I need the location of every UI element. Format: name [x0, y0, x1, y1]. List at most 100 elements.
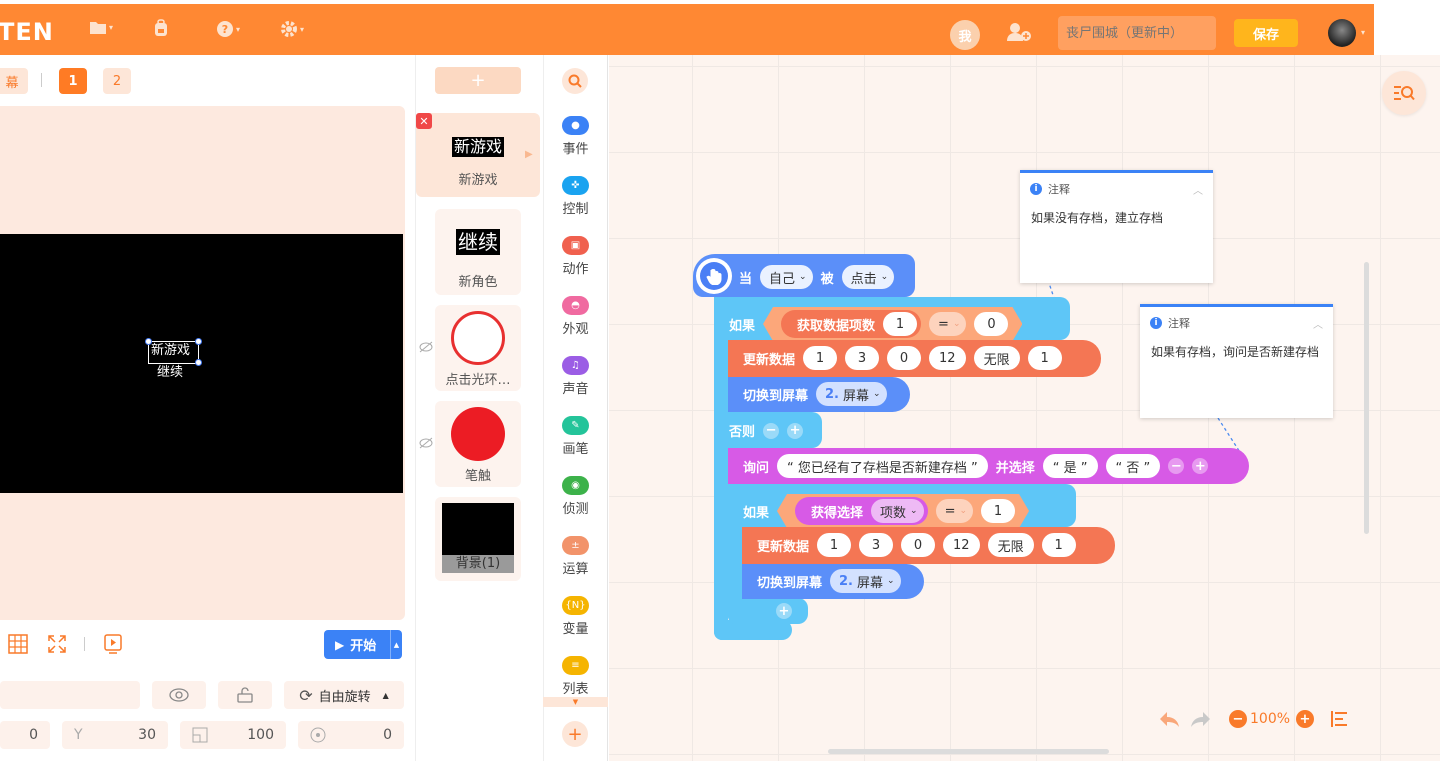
search-blocks-icon[interactable]: [562, 68, 588, 94]
resize-handle[interactable]: [195, 359, 202, 366]
fullscreen-icon[interactable]: [47, 634, 67, 658]
category-2[interactable]: ▣ 动作: [543, 236, 608, 277]
rotation-mode-select[interactable]: ⟳ 自由旋转 ▲: [284, 681, 404, 709]
update-arg[interactable]: 无限: [973, 346, 1020, 370]
category-9[interactable]: ≡ 列表: [543, 656, 608, 697]
update-arg[interactable]: 0: [887, 346, 922, 370]
avatar-chevron-down-icon[interactable]: ▾: [1361, 28, 1365, 37]
add-sprite-button[interactable]: +: [435, 67, 521, 94]
note-text[interactable]: 如果没有存档，建立存档: [1020, 197, 1213, 225]
comment-note[interactable]: i 注释 ︿ 如果没有存档，建立存档: [1020, 170, 1213, 283]
size-field[interactable]: 100: [180, 721, 286, 749]
category-3[interactable]: ◓ 外观: [543, 296, 608, 337]
zoom-out-icon[interactable]: −: [1229, 710, 1247, 728]
operator-dropdown[interactable]: = ⌄: [929, 312, 966, 336]
backpack-icon[interactable]: [152, 19, 170, 37]
resize-handle[interactable]: [145, 338, 152, 345]
category-0[interactable]: ● 事件: [543, 116, 608, 157]
lock-toggle[interactable]: [218, 681, 272, 709]
add-branch-icon[interactable]: +: [787, 422, 804, 439]
add-option-icon[interactable]: +: [1192, 458, 1209, 474]
start-button[interactable]: ▶ 开始 ▲: [324, 630, 402, 659]
update-arg[interactable]: 12: [943, 533, 980, 557]
screen-tab-1[interactable]: 1: [59, 68, 87, 94]
category-1[interactable]: ✜ 控制: [543, 176, 608, 217]
block-search-list-icon[interactable]: [1382, 71, 1426, 115]
zoom-in-icon[interactable]: +: [1296, 710, 1314, 728]
update-arg[interactable]: 1: [1027, 346, 1062, 370]
direction-field[interactable]: 0: [298, 721, 404, 749]
add-branch-icon[interactable]: +: [776, 603, 792, 619]
compare-value-input[interactable]: 1: [981, 499, 1015, 523]
vertical-scrollbar[interactable]: [1364, 262, 1369, 534]
hidden-eye-icon[interactable]: [419, 341, 433, 357]
align-blocks-icon[interactable]: [1331, 711, 1349, 731]
remove-branch-icon[interactable]: −: [763, 422, 780, 439]
scroll-down-chevron-icon[interactable]: ▼: [543, 697, 608, 707]
choice-prop-dropdown[interactable]: 项数 ⌄: [871, 499, 924, 523]
event-dropdown[interactable]: 点击 ⌄: [841, 265, 895, 289]
project-name-input[interactable]: [1058, 16, 1216, 50]
category-4[interactable]: ♫ 声音: [543, 356, 608, 397]
category-8[interactable]: {N} 变量: [543, 596, 608, 637]
rotate-handle[interactable]: [195, 338, 202, 345]
option-input[interactable]: “ 否 ”: [1105, 454, 1161, 478]
x-field[interactable]: 0: [0, 721, 50, 749]
screen-dropdown[interactable]: 2. 屏幕 ⌄: [830, 569, 901, 593]
category-6[interactable]: ◉ 侦测: [543, 476, 608, 517]
collapse-chevron-icon[interactable]: ︿: [1313, 316, 1323, 331]
chevron-right-icon[interactable]: ▶: [525, 149, 533, 160]
hidden-eye-icon[interactable]: [419, 437, 433, 453]
get-choice-block[interactable]: 获得选择 项数 ⌄: [795, 497, 928, 525]
category-7[interactable]: ± 运算: [543, 536, 608, 577]
sprite-name-input[interactable]: [0, 681, 140, 709]
avatar[interactable]: [1328, 19, 1356, 47]
note-text[interactable]: 如果有存档，询问是否新建存档: [1140, 331, 1333, 359]
start-options-chevron-icon[interactable]: ▲: [390, 630, 402, 659]
remove-option-icon[interactable]: −: [1168, 458, 1185, 474]
update-arg[interactable]: 无限: [987, 533, 1034, 557]
delete-sprite-icon[interactable]: ✕: [416, 113, 432, 129]
visibility-toggle[interactable]: [152, 681, 206, 709]
comparison-block[interactable]: 获取数据项数 1 = ⌄ 0: [763, 307, 1022, 341]
my-account-button[interactable]: 我: [950, 20, 980, 50]
horizontal-scrollbar[interactable]: [828, 749, 1109, 754]
help-icon[interactable]: ? ▾: [216, 20, 240, 38]
category-5[interactable]: ✎ 画笔: [543, 416, 608, 457]
question-input[interactable]: “ 您已经有了存档是否新建存档 ”: [777, 454, 988, 478]
stage-sprite-new-game[interactable]: 新游戏: [151, 343, 191, 359]
update-arg[interactable]: 1: [1041, 533, 1076, 557]
undo-icon[interactable]: [1158, 710, 1180, 732]
target-dropdown[interactable]: 自己 ⌄: [760, 265, 813, 289]
stage-sprite-continue[interactable]: 继续: [157, 365, 183, 381]
update-arg[interactable]: 0: [901, 533, 936, 557]
sprite-card-click-halo[interactable]: 点击光环…: [435, 305, 521, 391]
sprite-card-new-game[interactable]: 新游戏 新游戏: [416, 113, 540, 197]
sprite-card-background[interactable]: 背景(1): [435, 497, 521, 581]
sprite-card-new-role[interactable]: 继续 新角色: [435, 209, 521, 295]
operator-dropdown[interactable]: = ⌄: [936, 499, 973, 523]
add-collaborator-icon[interactable]: [1006, 22, 1032, 46]
update-arg[interactable]: 3: [859, 533, 894, 557]
update-arg[interactable]: 12: [929, 346, 966, 370]
preview-play-icon[interactable]: [103, 634, 123, 658]
compare-value-input[interactable]: 0: [974, 312, 1008, 336]
comparison-block[interactable]: 获得选择 项数 ⌄ = ⌄ 1: [777, 494, 1029, 528]
folder-icon[interactable]: ▾: [89, 20, 113, 35]
get-data-count-block[interactable]: 获取数据项数 1: [781, 310, 921, 338]
screen-tab-partial[interactable]: 幕: [0, 68, 28, 94]
settings-gear-icon[interactable]: ▾: [280, 20, 304, 38]
update-arg[interactable]: 1: [803, 346, 838, 370]
y-field[interactable]: Y 30: [62, 721, 168, 749]
screen-tab-2[interactable]: 2: [103, 68, 131, 94]
save-button[interactable]: 保存: [1234, 19, 1298, 47]
collapse-chevron-icon[interactable]: ︿: [1193, 182, 1203, 197]
screen-dropdown[interactable]: 2. 屏幕 ⌄: [816, 382, 887, 406]
redo-icon[interactable]: [1190, 710, 1212, 732]
add-extension-button[interactable]: +: [562, 721, 588, 747]
option-input[interactable]: “ 是 ”: [1042, 454, 1098, 478]
data-index-input[interactable]: 1: [883, 312, 917, 336]
grid-icon[interactable]: [8, 634, 28, 658]
sprite-card-pen-stroke[interactable]: 笔触: [435, 401, 521, 487]
update-arg[interactable]: 1: [817, 533, 852, 557]
